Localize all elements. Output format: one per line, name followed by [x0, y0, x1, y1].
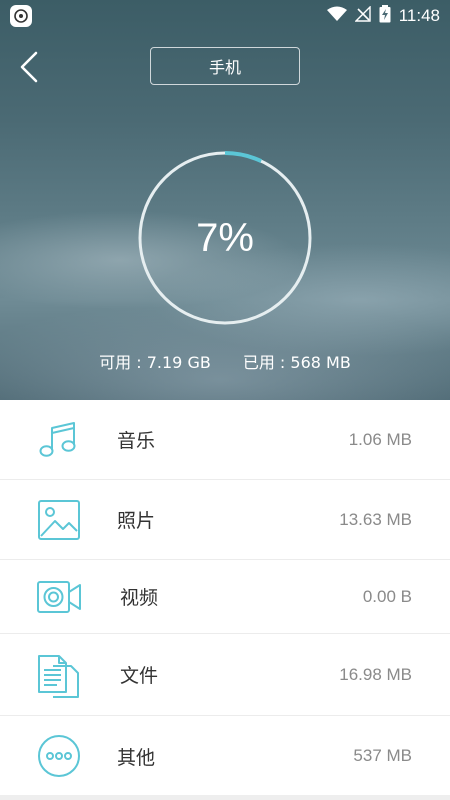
list-item-other[interactable]: 其他 537 MB [0, 716, 450, 796]
back-button[interactable] [12, 48, 46, 86]
battery-charging-icon [379, 5, 391, 27]
status-time: 11:48 [398, 6, 440, 25]
list-item-videos[interactable]: 视频 0.00 B [0, 560, 450, 634]
list-item-size: 1.06 MB [348, 429, 412, 449]
video-camera-icon [37, 580, 81, 613]
list-item-files[interactable]: 文件 16.98 MB [0, 634, 450, 716]
storage-header: 11:48 手机 7% 可用 : 7.19 GB 已用 : 568 MB [0, 0, 450, 400]
device-tab-phone[interactable]: 手机 [150, 47, 300, 85]
app-notification-icon [10, 5, 32, 27]
music-note-icon [39, 421, 76, 457]
list-item-size: 0.00 B [362, 586, 412, 606]
storage-usage-ring: 7% [137, 150, 313, 326]
list-item-music[interactable]: 音乐 1.06 MB [0, 400, 450, 480]
category-list: 音乐 1.06 MB 照片 13.63 MB 视频 0.00 B 文件 16.9… [0, 400, 450, 796]
usage-summary: 可用 : 7.19 GB 已用 : 568 MB [0, 349, 450, 373]
more-icon [38, 735, 80, 777]
list-item-label: 照片 [117, 510, 156, 532]
list-item-photos[interactable]: 照片 13.63 MB [0, 480, 450, 560]
status-bar: 11:48 [0, 0, 450, 32]
bottom-divider [0, 795, 450, 800]
usage-percent: 7% [196, 215, 254, 260]
list-item-size: 16.98 MB [339, 664, 412, 684]
used-space: 已用 : 568 MB [242, 353, 351, 372]
list-item-label: 其他 [117, 746, 156, 769]
available-space: 可用 : 7.19 GB [99, 353, 211, 372]
list-item-size: 13.63 MB [339, 509, 412, 529]
no-signal-icon [354, 5, 371, 26]
list-item-size: 537 MB [353, 746, 412, 765]
list-item-label: 文件 [120, 665, 159, 687]
list-item-label: 视频 [120, 587, 159, 609]
chevron-left-icon [20, 51, 38, 83]
documents-icon [38, 654, 79, 698]
wifi-icon [326, 6, 347, 26]
photo-icon [38, 499, 80, 540]
list-item-label: 音乐 [117, 430, 156, 452]
